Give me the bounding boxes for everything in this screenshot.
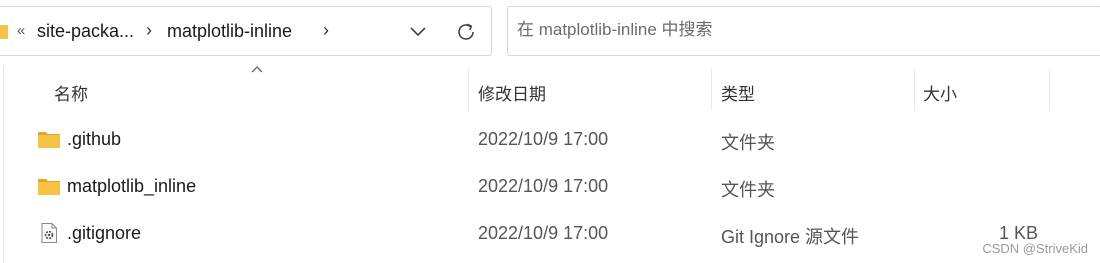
file-name: .gitignore: [67, 223, 142, 243]
file-date: 2022/10/9 17:00: [478, 176, 609, 196]
breadcrumb-matplotlib-inline[interactable]: matplotlib-inline: [167, 21, 292, 42]
sort-ascending-icon: [251, 66, 263, 73]
file-date: 2022/10/9 17:00: [478, 223, 609, 243]
history-dropdown-button[interactable]: [405, 19, 431, 45]
column-header-size[interactable]: 大小: [923, 80, 957, 105]
file-type: Git Ignore 源文件: [721, 227, 860, 247]
search-input[interactable]: [517, 20, 1077, 40]
chevron-down-icon: [410, 27, 426, 37]
column-divider[interactable]: [1049, 68, 1050, 110]
breadcrumb-overflow[interactable]: «: [17, 22, 25, 39]
file-type: 文件夹: [721, 133, 775, 153]
column-divider[interactable]: [468, 68, 469, 110]
file-date: 2022/10/9 17:00: [478, 129, 609, 149]
column-divider[interactable]: [914, 68, 915, 110]
folder-icon: [38, 179, 60, 195]
file-row-matplotlib-inline[interactable]: matplotlib_inline 2022/10/9 17:00 文件夹: [20, 167, 1100, 207]
settings-file-icon: [41, 223, 57, 243]
file-explorer: « site-packa... › matplotlib-inline › 名称…: [0, 0, 1100, 263]
column-divider[interactable]: [711, 68, 712, 110]
column-header-type[interactable]: 类型: [721, 80, 755, 105]
file-row-github[interactable]: .github 2022/10/9 17:00 文件夹: [20, 120, 1100, 160]
address-bar[interactable]: « site-packa... › matplotlib-inline ›: [0, 6, 492, 56]
breadcrumb-site-packages[interactable]: site-packa...: [37, 21, 134, 42]
refresh-icon: [458, 23, 474, 40]
folder-icon: [0, 25, 8, 39]
navigation-pane-border: [3, 66, 4, 263]
search-box[interactable]: [507, 6, 1100, 56]
breadcrumb-separator[interactable]: ›: [146, 20, 152, 41]
file-name: .github: [67, 129, 122, 149]
watermark: CSDN @StriveKid: [982, 241, 1088, 256]
column-header-date[interactable]: 修改日期: [478, 80, 546, 105]
column-header-name[interactable]: 名称: [54, 80, 88, 105]
breadcrumb-separator[interactable]: ›: [323, 20, 329, 41]
file-type: 文件夹: [721, 180, 775, 200]
refresh-button[interactable]: [453, 19, 479, 45]
file-row-gitignore[interactable]: .gitignore 2022/10/9 17:00 Git Ignore 源文…: [20, 214, 1100, 254]
folder-icon: [38, 132, 60, 148]
file-name: matplotlib_inline: [67, 176, 197, 196]
